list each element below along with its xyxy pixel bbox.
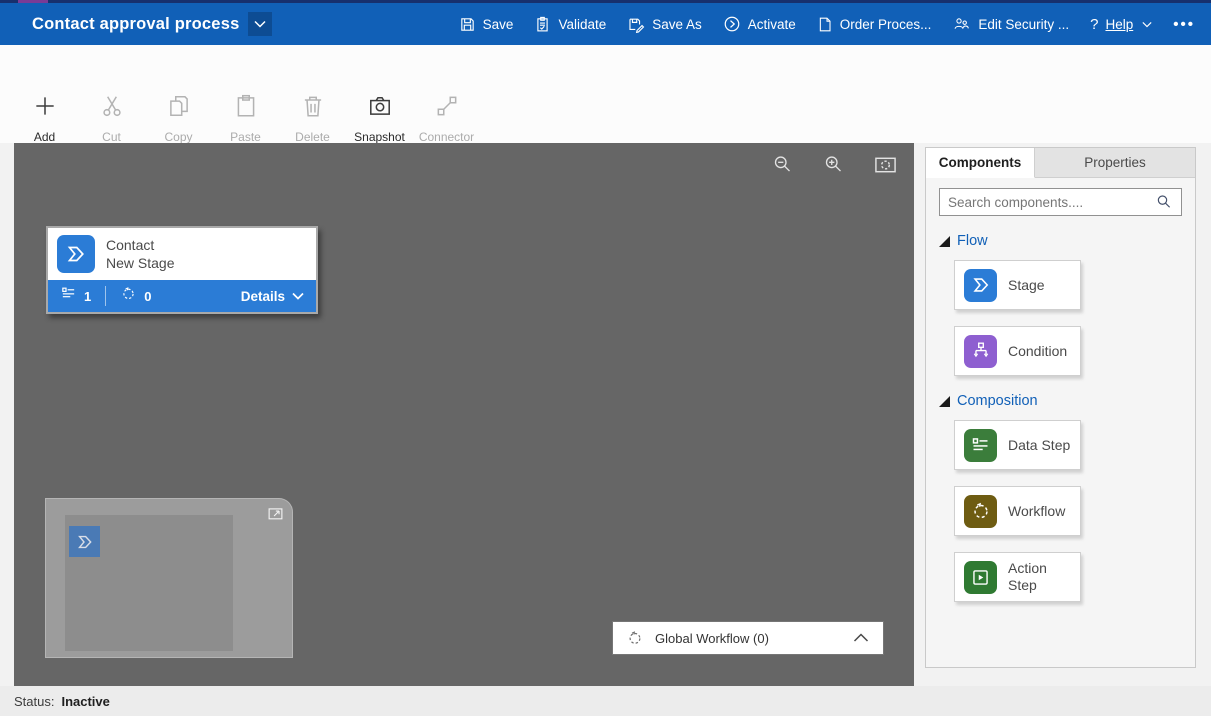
- add-button[interactable]: Add: [11, 45, 78, 143]
- section-collapse-icon: [939, 396, 950, 407]
- snapshot-button[interactable]: Snapshot: [346, 45, 413, 143]
- component-data-step[interactable]: Data Step: [954, 420, 1081, 470]
- data-step-count-icon: [60, 285, 77, 307]
- order-process-button[interactable]: Order Proces...: [817, 16, 932, 33]
- divider: [105, 286, 106, 306]
- command-group: Save Validate Save As Activate Order Pro…: [459, 15, 1195, 33]
- condition-icon: [964, 335, 997, 368]
- cut-button[interactable]: Cut: [78, 45, 145, 143]
- tab-components[interactable]: Components: [926, 148, 1035, 178]
- page-title: Contact approval process: [32, 15, 239, 34]
- more-commands-button[interactable]: •••: [1173, 16, 1195, 33]
- minimap-collapse-icon[interactable]: [267, 506, 284, 521]
- status-badge: Inactive: [61, 694, 109, 709]
- stage-node-header: Contact New Stage: [48, 228, 316, 280]
- status-label: Status:: [14, 694, 54, 709]
- activate-icon: [723, 15, 741, 33]
- stage-icon: [57, 235, 95, 273]
- delete-button[interactable]: Delete: [279, 45, 346, 143]
- edit-security-icon: [952, 16, 971, 33]
- more-icon: •••: [1173, 16, 1195, 33]
- copy-button[interactable]: Copy: [145, 45, 212, 143]
- component-workflow[interactable]: Workflow: [954, 486, 1081, 536]
- snapshot-icon: [367, 93, 393, 124]
- global-workflow-chevron-up-icon[interactable]: [853, 633, 869, 643]
- search-icon[interactable]: [1155, 193, 1173, 211]
- action-step-icon: [964, 561, 997, 594]
- tab-properties[interactable]: Properties: [1035, 148, 1195, 177]
- activate-button[interactable]: Activate: [723, 15, 796, 33]
- delete-icon: [300, 93, 326, 124]
- paste-icon: [233, 93, 259, 124]
- process-designer: Contact approval process Save Validate S…: [0, 0, 1211, 716]
- zoom-in-icon[interactable]: [823, 154, 844, 175]
- stage-icon: [964, 269, 997, 302]
- canvas-zoom-controls: [772, 154, 897, 175]
- help-button[interactable]: ? Help: [1090, 16, 1152, 33]
- component-condition[interactable]: Condition: [954, 326, 1081, 376]
- component-stage[interactable]: Stage: [954, 260, 1081, 310]
- stage-node-footer: 1 0 Details: [48, 280, 316, 312]
- connector-button[interactable]: Connector: [413, 45, 480, 143]
- global-workflow-bar[interactable]: Global Workflow (0): [612, 621, 884, 655]
- stage-entity: Contact: [106, 236, 174, 254]
- designer-toolbar: Add Cut Copy Paste Delete Snapshot Conne…: [0, 45, 1211, 143]
- stage-name: New Stage: [106, 254, 174, 272]
- help-chevron-down-icon: [1142, 21, 1152, 28]
- workflow-count: 0: [144, 289, 151, 304]
- zoom-out-icon[interactable]: [772, 154, 793, 175]
- title-chevron-down-icon[interactable]: [248, 12, 272, 36]
- search-input[interactable]: [940, 195, 1155, 210]
- command-bar: Contact approval process Save Validate S…: [0, 3, 1211, 45]
- section-collapse-icon: [939, 236, 950, 247]
- save-as-button[interactable]: Save As: [627, 16, 702, 33]
- panel-tabs: Components Properties: [926, 148, 1195, 178]
- global-workflow-icon: [626, 629, 644, 647]
- add-icon: [32, 93, 58, 124]
- stage-node-text: Contact New Stage: [106, 236, 174, 272]
- workflow-icon: [964, 495, 997, 528]
- component-search: [939, 188, 1182, 216]
- minimap-stage-node: [69, 526, 100, 557]
- data-step-icon: [964, 429, 997, 462]
- components-panel: Components Properties Flow Stage Conditi…: [925, 147, 1196, 668]
- stage-node-contact[interactable]: Contact New Stage 1 0 Details: [46, 226, 318, 314]
- section-composition-header[interactable]: Composition: [939, 393, 1195, 409]
- save-icon: [459, 16, 476, 33]
- design-canvas[interactable]: Contact New Stage 1 0 Details: [14, 143, 914, 686]
- section-flow-header[interactable]: Flow: [939, 233, 1195, 249]
- save-button[interactable]: Save: [459, 16, 514, 33]
- details-chevron-down-icon: [292, 292, 304, 300]
- copy-icon: [166, 93, 192, 124]
- data-step-count: 1: [84, 289, 91, 304]
- fit-to-canvas-icon[interactable]: [874, 155, 897, 175]
- workflow-count-icon: [120, 285, 137, 307]
- validate-icon: [534, 16, 551, 33]
- edit-security-button[interactable]: Edit Security ...: [952, 16, 1069, 33]
- paste-button[interactable]: Paste: [212, 45, 279, 143]
- validate-button[interactable]: Validate: [534, 16, 606, 33]
- details-toggle[interactable]: Details: [241, 289, 304, 304]
- minimap[interactable]: [45, 498, 293, 658]
- help-icon: ?: [1090, 16, 1098, 33]
- process-title-dropdown[interactable]: Contact approval process: [32, 12, 272, 36]
- save-as-icon: [627, 16, 645, 33]
- status-bar: Status: Inactive: [0, 686, 1211, 716]
- connector-icon: [434, 93, 460, 124]
- component-action-step[interactable]: Action Step: [954, 552, 1081, 602]
- global-workflow-label: Global Workflow (0): [655, 631, 769, 646]
- cut-icon: [99, 93, 125, 124]
- order-process-icon: [817, 16, 833, 33]
